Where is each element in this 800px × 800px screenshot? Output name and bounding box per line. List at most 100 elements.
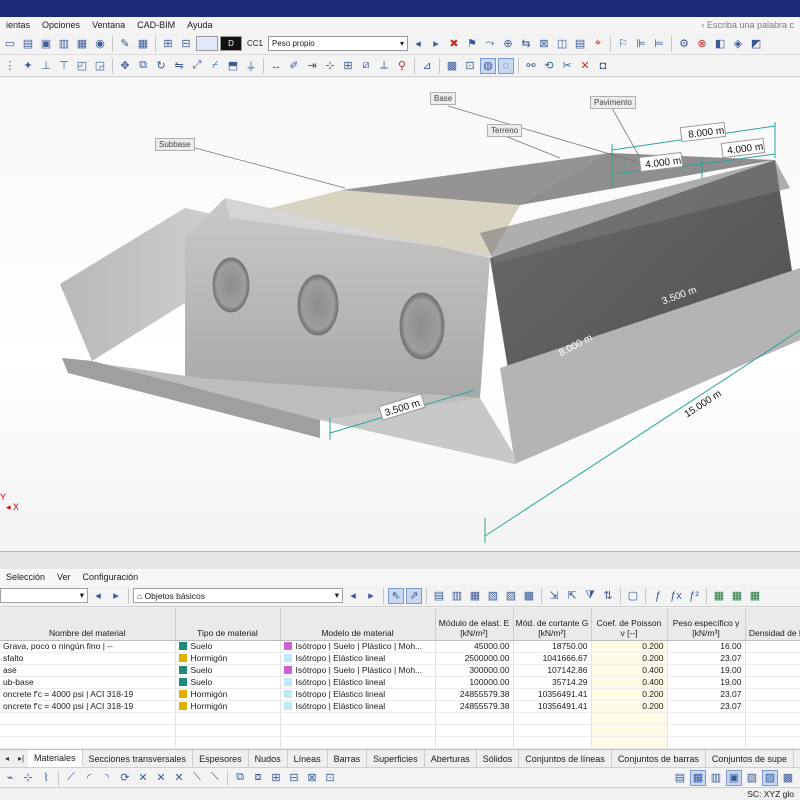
empty-cell[interactable] [175,712,281,725]
function-x-icon[interactable]: ƒx [668,588,684,604]
unit-weight-cell[interactable]: 23.07 [667,700,746,713]
material-name-cell[interactable]: ub-base [0,676,176,689]
dimension-icon[interactable]: ↔ [268,58,284,74]
menu-ventana[interactable]: Ventana [86,20,131,30]
col-header-rho[interactable]: Densidad de la ρ [kg/m³] [745,608,800,641]
density-cell[interactable]: 1900 [745,664,800,677]
xz-icon[interactable]: ⊟ [286,770,302,786]
menu-herramientas[interactable]: ientas [0,20,36,30]
sort-icon[interactable]: ⇅ [600,588,616,604]
yz-icon[interactable]: ⊠ [304,770,320,786]
table-row[interactable]: oncrete f'c = 4000 psi | ACI 318-19 Hormi… [0,700,800,713]
material-type-cell[interactable]: Suelo [175,664,281,677]
empty-cell[interactable] [280,724,436,737]
delete-row-icon[interactable]: ▦ [467,588,483,604]
empty-cell[interactable] [745,712,800,725]
select-icon[interactable]: ⋮ [2,58,18,74]
filter-icon[interactable]: ⌖ [590,36,606,52]
col-header-type[interactable]: Tipo de material [175,608,281,641]
scale-geometry-icon[interactable]: ⤢ [189,58,205,74]
tab-espesores[interactable]: Espesores [193,750,249,767]
poisson-cell[interactable]: 0.400 [591,676,668,689]
empty-cell[interactable] [513,724,592,737]
comment-icon[interactable]: ✐ [286,58,302,74]
layout-5-icon[interactable]: ▧ [744,770,760,786]
table-menu-configuracion[interactable]: Configuración [77,572,145,582]
loadcase-icon[interactable]: ⊞ [160,36,176,52]
shear-modulus-cell[interactable]: 18750.00 [513,640,592,653]
calculate-icon[interactable]: ✖ [446,36,462,52]
grid-icon[interactable]: ⊞ [340,58,356,74]
cross2-icon[interactable]: ✕ [153,770,169,786]
menu-cad-bim[interactable]: CAD-BIM [131,20,181,30]
line-icon[interactable]: ⊥ [38,58,54,74]
empty-row[interactable] [0,724,800,737]
arc2-icon[interactable]: ◝ [99,770,115,786]
scale-icon[interactable]: ⇆ [518,36,534,52]
elastic-modulus-cell[interactable]: 45000.00 [435,640,514,653]
excel-import-icon[interactable]: ▦ [729,588,745,604]
col-header-g[interactable]: Mód. de cortante G [kN/m²] [513,608,592,641]
tab-líneas[interactable]: Líneas [288,750,328,767]
tab-conjuntos-de-líneas[interactable]: Conjuntos de líneas [519,750,612,767]
elastic-modulus-cell[interactable]: 100000.00 [435,676,514,689]
trim-icon[interactable]: ✂ [559,58,575,74]
material-type-cell[interactable]: Suelo [175,676,281,689]
snap-line-icon[interactable]: ⌇ [38,770,54,786]
copy-icon[interactable]: ⧉ [135,58,151,74]
transparent-icon[interactable]: ◌ [498,57,514,74]
plane-icon[interactable]: ⧈ [250,770,266,786]
empty-cell[interactable] [513,712,592,725]
empty-cell[interactable] [175,724,281,737]
table-row[interactable]: Grava, poco o ningún fino | -- Suelo Isótr… [0,640,800,653]
grid-icon[interactable]: ▩ [521,588,537,604]
next-arrow-icon[interactable]: ▸ [108,588,124,604]
empty-cell[interactable] [0,736,176,748]
render-icon[interactable]: ▩ [444,58,460,74]
poisson-cell[interactable]: 0.200 [591,652,668,665]
poisson-cell[interactable]: 0.200 [591,640,668,653]
tab-materiales[interactable]: Materiales [28,750,83,767]
formula-icon[interactable]: ƒ² [686,588,702,604]
density-cell[interactable]: 1900 [745,676,800,689]
panel-splitter[interactable] [0,551,800,569]
model-viewport[interactable]: 8.000 m 4.000 m 4.000 m 3.500 m 8.000 m … [0,78,800,551]
barrier-icon[interactable]: ⊫ [633,36,649,52]
save-icon[interactable]: ▣ [38,36,54,52]
col-header-gamma[interactable]: Peso específico γ [kN/m³] [667,608,746,641]
move-row-icon[interactable]: ▨ [503,588,519,604]
shear-modulus-cell[interactable]: 35714.29 [513,676,592,689]
layout-1-icon[interactable]: ▤ [672,770,688,786]
table-row[interactable]: ase Suelo Isótropo | Suelo | Plástico | Mo… [0,664,800,677]
col-header-name[interactable]: Nombre del material [0,608,176,641]
box-icon[interactable]: ◧ [712,36,728,52]
loadcase-edit-icon[interactable]: ⊟ [178,36,194,52]
tab-conjuntos-de-supe[interactable]: Conjuntos de supe [706,750,794,767]
deformation-icon[interactable]: ⤳ [482,36,498,52]
material-model-cell[interactable]: Isótropo | Elástico lineal [280,676,436,689]
empty-row[interactable] [0,736,800,748]
callout-base[interactable]: Base [430,92,457,105]
layout-6-icon[interactable]: ▨ [762,769,778,786]
tab-first-icon[interactable]: ◂ [0,750,14,767]
ruler-icon[interactable]: ⊨ [651,36,667,52]
table-row[interactable]: ub-base Suelo Isótropo | Elástico lineal 10… [0,676,800,689]
loadcase-select[interactable]: Peso propio ▾ [268,36,409,51]
tab-aberturas[interactable]: Aberturas [425,750,477,767]
tab-secciones-transversales[interactable]: Secciones transversales [83,750,194,767]
material-type-cell[interactable]: Hormigón [175,652,281,665]
table-row[interactable]: oncrete f'c = 4000 psi | ACI 318-19 Hormi… [0,688,800,701]
open-file-icon[interactable]: ▤ [20,36,36,52]
empty-cell[interactable] [667,724,746,737]
empty-cell[interactable] [667,712,746,725]
search-box[interactable]: ‹ Escriba una palabra c [701,20,800,30]
table-menu-ver[interactable]: Ver [51,572,77,582]
elastic-modulus-cell[interactable]: 24855579.38 [435,700,514,713]
object-category-select[interactable]: ⌂ Objetos básicos ▾ [133,588,343,603]
poisson-cell[interactable]: 0.400 [591,664,668,677]
snap-grid-icon[interactable]: ⊹ [20,770,36,786]
copy-row-icon[interactable]: ▧ [485,588,501,604]
select-in-model-icon[interactable]: ⇗ [406,587,422,604]
material-type-cell[interactable]: Hormigón [175,688,281,701]
empty-cell[interactable] [513,736,592,748]
